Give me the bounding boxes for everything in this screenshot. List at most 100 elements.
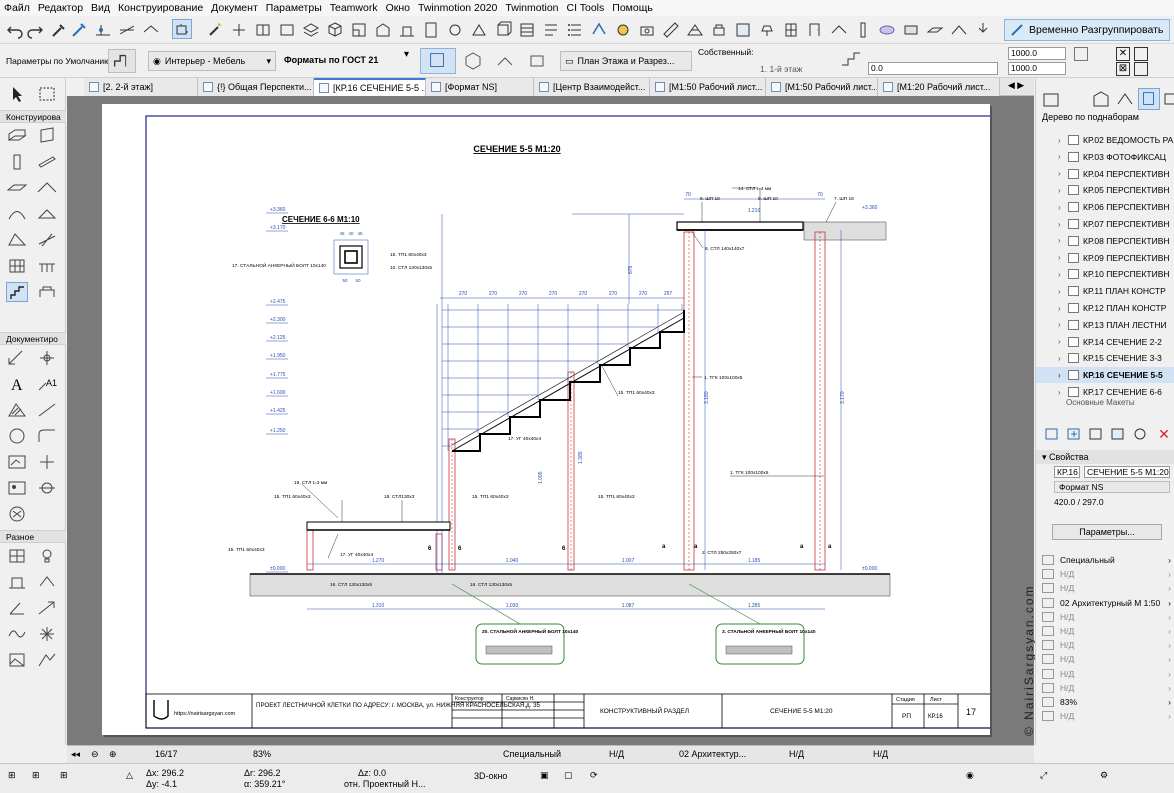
project-map-icon[interactable] xyxy=(1040,88,1062,110)
menu-item[interactable]: Teamwork xyxy=(326,0,382,16)
new-master-icon[interactable] xyxy=(1088,426,1104,442)
tab-overflow-button[interactable]: ◀ ▶ xyxy=(1000,80,1032,94)
scale-value[interactable]: Н/Д xyxy=(609,749,624,759)
mesh-icon[interactable] xyxy=(684,19,704,39)
schedule-icon[interactable] xyxy=(516,19,536,39)
star-tool-icon[interactable] xyxy=(36,624,58,644)
railing-tool-icon[interactable] xyxy=(36,256,58,276)
tab-0[interactable]: [2. 2-й этаж] xyxy=(84,78,198,96)
layout-tree-item[interactable]: › КР.09 ПЕРСПЕКТИВН xyxy=(1036,250,1174,266)
fill-tool-icon[interactable] xyxy=(6,400,28,420)
figure-tool-icon[interactable] xyxy=(6,478,28,498)
zoom-in-icon[interactable]: ⊕ xyxy=(109,749,117,760)
tab-4[interactable]: [Центр Взаимодейст... xyxy=(534,78,650,96)
snap-icon[interactable] xyxy=(140,19,160,39)
layout-tree-item[interactable]: › КР.11 ПЛАН КОНСТР xyxy=(1036,283,1174,299)
layout-book-icon[interactable] xyxy=(1138,88,1160,110)
layer-combination[interactable]: Специальный xyxy=(503,749,561,759)
prev-icon[interactable]: ◂◂ xyxy=(71,749,80,760)
layout-tree-item[interactable]: › КР.05 ПЕРСПЕКТИВН xyxy=(1036,182,1174,198)
mode-plan-icon[interactable] xyxy=(494,50,516,72)
delta-r[interactable]: Δr: 296.2 xyxy=(244,768,281,778)
door-icon[interactable] xyxy=(804,19,824,39)
place-drawing-icon[interactable] xyxy=(1110,426,1126,442)
eye-icon[interactable] xyxy=(876,19,896,39)
new-layout-icon[interactable] xyxy=(1044,426,1060,442)
curtain-grid-tool-icon[interactable] xyxy=(6,256,28,276)
menu-item[interactable]: Конструирование xyxy=(114,0,207,16)
project-index-icon[interactable] xyxy=(540,19,560,39)
camera-icon[interactable]: ◉ xyxy=(966,770,974,781)
layout-tree-item[interactable]: › КР.08 ПЕРСПЕКТИВН xyxy=(1036,233,1174,249)
layer-combo[interactable]: ◉ Интерьер - Мебель ▾ xyxy=(148,51,276,71)
delta-y[interactable]: Δy: -4.1 xyxy=(146,779,177,789)
tab-1[interactable]: {!} Общая Перспекти... xyxy=(198,78,314,96)
view-property-row[interactable]: Н/Д › xyxy=(1036,708,1174,724)
anchor-icon[interactable] xyxy=(1134,62,1148,76)
layout-tree-item[interactable]: › КР.04 ПЕРСПЕКТИВН xyxy=(1036,166,1174,182)
cube-icon[interactable]: ▣ xyxy=(540,770,549,781)
delta-angle[interactable]: α: 359.21° xyxy=(244,779,285,789)
layout-tree-item[interactable]: › КР.14 СЕЧЕНИЕ 2-2 xyxy=(1036,334,1174,350)
layout-code-field[interactable]: КР.16 xyxy=(1054,466,1080,478)
morph-tool-icon[interactable] xyxy=(6,230,28,250)
document-3d-icon[interactable] xyxy=(492,19,512,39)
guide-line-icon[interactable] xyxy=(116,19,136,39)
eyedropper-icon[interactable] xyxy=(48,19,68,39)
magic-wand-icon[interactable] xyxy=(204,19,224,39)
box-icon[interactable]: ▢ xyxy=(564,770,573,781)
trim-icon[interactable] xyxy=(228,19,248,39)
measure-icon[interactable] xyxy=(660,19,680,39)
expand-arrow-icon[interactable]: › xyxy=(1058,169,1068,178)
rectangle-icon[interactable] xyxy=(276,19,296,39)
syringe-icon[interactable] xyxy=(68,19,88,39)
wrench-icon[interactable]: ⚙ xyxy=(1100,770,1108,781)
reference-level[interactable]: отн. Проектный Н... xyxy=(344,779,426,789)
design-section-header[interactable]: Конструирова xyxy=(0,110,66,123)
zone-tool-icon[interactable] xyxy=(36,572,58,592)
menu-item[interactable]: Окно xyxy=(382,0,414,16)
curtain-wall-tool-icon[interactable] xyxy=(36,126,58,146)
pin-icon[interactable] xyxy=(972,19,992,39)
shell-tool-icon[interactable] xyxy=(6,204,28,224)
expand-arrow-icon[interactable]: › xyxy=(1058,220,1068,229)
delta-z[interactable]: Δz: 0.0 xyxy=(358,768,386,778)
expand-arrow-icon[interactable]: › xyxy=(1058,253,1068,262)
level-dimension-tool-icon[interactable] xyxy=(36,348,58,368)
properties-header[interactable]: ▾ Свойства xyxy=(1036,450,1174,464)
layout-tree-item[interactable]: › КР.15 СЕЧЕНИЕ 3-3 xyxy=(1036,350,1174,366)
wall-tool-icon[interactable] xyxy=(6,126,28,146)
layout-canvas[interactable]: СЕЧЕНИЕ 5-5 М1:20 СЕЧЕНИЕ 6-6 М1:10 270 … xyxy=(67,96,1036,745)
menu-item[interactable]: Вид xyxy=(87,0,114,16)
view-map-icon[interactable] xyxy=(1090,88,1112,110)
delete-icon[interactable]: ✕ xyxy=(1156,426,1172,442)
menu-item[interactable]: Параметры xyxy=(262,0,326,16)
label-tool-icon[interactable]: A1 xyxy=(36,374,58,394)
dimension-tool-icon[interactable] xyxy=(6,348,28,368)
object-tool-icon[interactable] xyxy=(36,282,58,302)
menu-item[interactable]: Редактор xyxy=(34,0,87,16)
tree-view-label[interactable]: Дерево по поднаборам xyxy=(1042,112,1139,122)
layout-tree-item[interactable]: › КР.13 ПЛАН ЛЕСТНИ xyxy=(1036,317,1174,333)
model-view[interactable]: Н/Д xyxy=(789,749,804,759)
depth-field[interactable]: 1000.0 xyxy=(1008,62,1066,75)
skylight-icon[interactable] xyxy=(828,19,848,39)
delta-x[interactable]: Δx: 296.2 xyxy=(146,768,184,778)
zone-icon[interactable] xyxy=(732,19,752,39)
mode-model-icon[interactable] xyxy=(526,50,548,72)
layout-tree-item[interactable]: › КР.06 ПЕРСПЕКТИВН xyxy=(1036,199,1174,215)
layers-icon[interactable] xyxy=(300,19,320,39)
window-tool-icon[interactable] xyxy=(6,572,28,592)
layout-tree-item[interactable]: › КР.03 ФОТОФИКСАЦ xyxy=(1036,149,1174,165)
grid-snap-icon[interactable] xyxy=(92,19,112,39)
pen-set[interactable]: 02 Архитектур... xyxy=(679,749,746,759)
tab-3[interactable]: [Формат NS] xyxy=(426,78,534,96)
arc-tool-icon[interactable] xyxy=(6,426,28,446)
layout-tree-item[interactable]: › КР.02 ВЕДОМОСТЬ РА xyxy=(1036,132,1174,148)
publisher-icon[interactable] xyxy=(588,19,608,39)
mode-3d-icon[interactable] xyxy=(462,50,484,72)
text-tool-icon[interactable]: A xyxy=(6,374,28,394)
update-icon[interactable] xyxy=(1132,426,1148,442)
mirror-y-icon[interactable] xyxy=(1134,47,1148,61)
worksheet-tool-icon[interactable] xyxy=(6,504,28,524)
